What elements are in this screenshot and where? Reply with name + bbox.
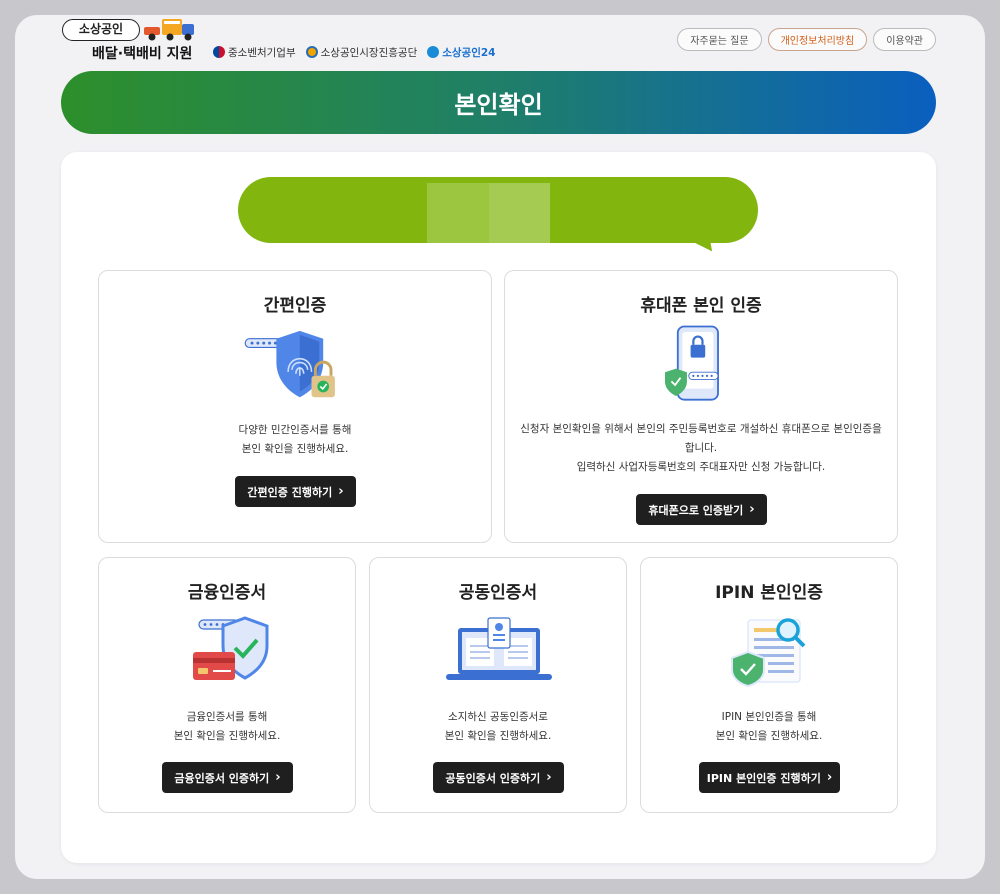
agency-logos: 중소벤처기업부 소상공인시장진흥공단 소상공인24 [213,44,496,60]
card-desc-line: 신청자 본인확인을 위해서 본인의 주민등록번호로 개설하신 휴대폰으로 본인인… [520,423,882,435]
privacy-policy-link[interactable]: 개인정보처리방침 [767,28,868,51]
logo-badge: 소상공인 [62,19,140,41]
card-description: 신청자 본인확인을 위해서 본인의 주민등록번호로 개설하신 휴대폰으로 본인인… [515,420,887,477]
agency-semas[interactable]: 소상공인시장진흥공단 [305,45,418,60]
card-desc-line: 본인 확인을 진행하세요. [173,730,281,742]
card-title: 공동인증서 [458,583,538,603]
redacted-area [427,183,489,243]
card-title: 금융인증서 [187,583,267,603]
card-desc-line: 다양한 민간인증서를 통해 [238,424,352,436]
card-title: 간편인증 [263,296,327,316]
agency-semas-label: 소상공인시장진흥공단 [320,46,418,59]
card-ipin-auth: IPIN 본인인증 IPIN 본인인증을 통해 본인 확인을 진행하세요. IP… [640,557,898,813]
card-description: 금융인증서를 통해 본인 확인을 진행하세요. [109,708,345,746]
agency-mss[interactable]: 중소벤처기업부 [213,45,296,60]
faq-link[interactable]: 자주묻는 질문 [677,28,762,51]
card-shield-icon [193,616,269,680]
card-phone-auth: 휴대폰 본인 인증 신청자 본인확인을 위해서 본인의 주민등록번호로 개설하신… [504,270,898,543]
phone-lock-icon [665,325,719,401]
card-title: 휴대폰 본인 인증 [640,296,762,316]
card-desc-line: 본인 확인을 진행하세요. [444,730,552,742]
card-description: IPIN 본인인증을 통해 본인 확인을 진행하세요. [651,708,887,746]
card-desc-line: 본인 확인을 진행하세요. [241,443,349,455]
delivery-truck-icon [144,19,194,41]
chevron-right-icon: › [826,770,833,785]
service-logo[interactable]: 소상공인 배달·택배비 지원 [62,17,202,62]
ipin-auth-button[interactable]: IPIN 본인인증 진행하기 › [699,762,840,793]
button-label: 간편인증 진행하기 [247,485,333,499]
redacted-area [489,183,550,243]
agency-sbiz24[interactable]: 소상공인24 [427,45,496,60]
card-desc-line: 소지하신 공동인증서로 [448,711,548,723]
button-label: 휴대폰으로 인증받기 [648,503,744,517]
card-desc-line: 본인 확인을 진행하세요. [715,730,823,742]
page-title-banner: 본인확인 [61,71,936,134]
top-links: 자주묻는 질문 개인정보처리방침 이용약관 [677,28,936,51]
card-description: 다양한 민간인증서를 통해 본인 확인을 진행하세요. [109,421,481,459]
card-desc-line: IPIN 본인인증을 통해 [721,711,817,723]
button-label: IPIN 본인인증 진행하기 [706,771,821,785]
card-desc-line: 입력하신 사업자등록번호의 주대표자만 신청 가능합니다. [576,461,826,473]
card-joint-cert: 공동인증서 소지하신 공동인증서로 본인 확인을 진행하세요. 공동인증서 인증… [369,557,627,813]
simple-auth-button[interactable]: 간편인증 진행하기 › [235,476,356,507]
phone-auth-button[interactable]: 휴대폰으로 인증받기 › [636,494,767,525]
joint-cert-button[interactable]: 공동인증서 인증하기 › [433,762,564,793]
page-title: 본인확인 [454,91,543,119]
auth-panel: 간편인증 다양한 민간인증서를 통해 본인 확인을 진행하세요. 간편인증 진행… [61,152,936,863]
card-description: 소지하신 공동인증서로 본인 확인을 진행하세요. [380,708,616,746]
card-desc-line: 금융인증서를 통해 [186,711,268,723]
taeguk-icon [213,46,225,58]
sbiz24-icon [427,46,440,58]
chevron-right-icon: › [749,502,755,517]
agency-sbiz24-label: 소상공인24 [442,46,496,59]
chevron-right-icon: › [338,484,344,499]
agency-mss-label: 중소벤처기업부 [228,46,296,59]
logo-title: 배달·택배비 지원 [92,46,193,62]
laptop-certificate-icon [446,617,552,680]
semas-icon [305,46,318,58]
card-finance-cert: 금융인증서 금융인증서를 통해 본인 확인을 진행하세요. 금융인증서 인증하기… [98,557,356,813]
fingerprint-shield-lock-icon [244,330,335,398]
card-desc-line: 합니다. [684,442,718,454]
finance-cert-button[interactable]: 금융인증서 인증하기 › [162,762,293,793]
chevron-right-icon: › [275,770,281,785]
card-simple-auth: 간편인증 다양한 민간인증서를 통해 본인 확인을 진행하세요. 간편인증 진행… [98,270,492,543]
card-title: IPIN 본인인증 [715,583,823,603]
button-label: 공동인증서 인증하기 [445,771,541,785]
document-magnifier-icon [731,618,806,688]
button-label: 금융인증서 인증하기 [174,771,270,785]
terms-link[interactable]: 이용약관 [873,28,936,51]
chevron-right-icon: › [546,770,552,785]
